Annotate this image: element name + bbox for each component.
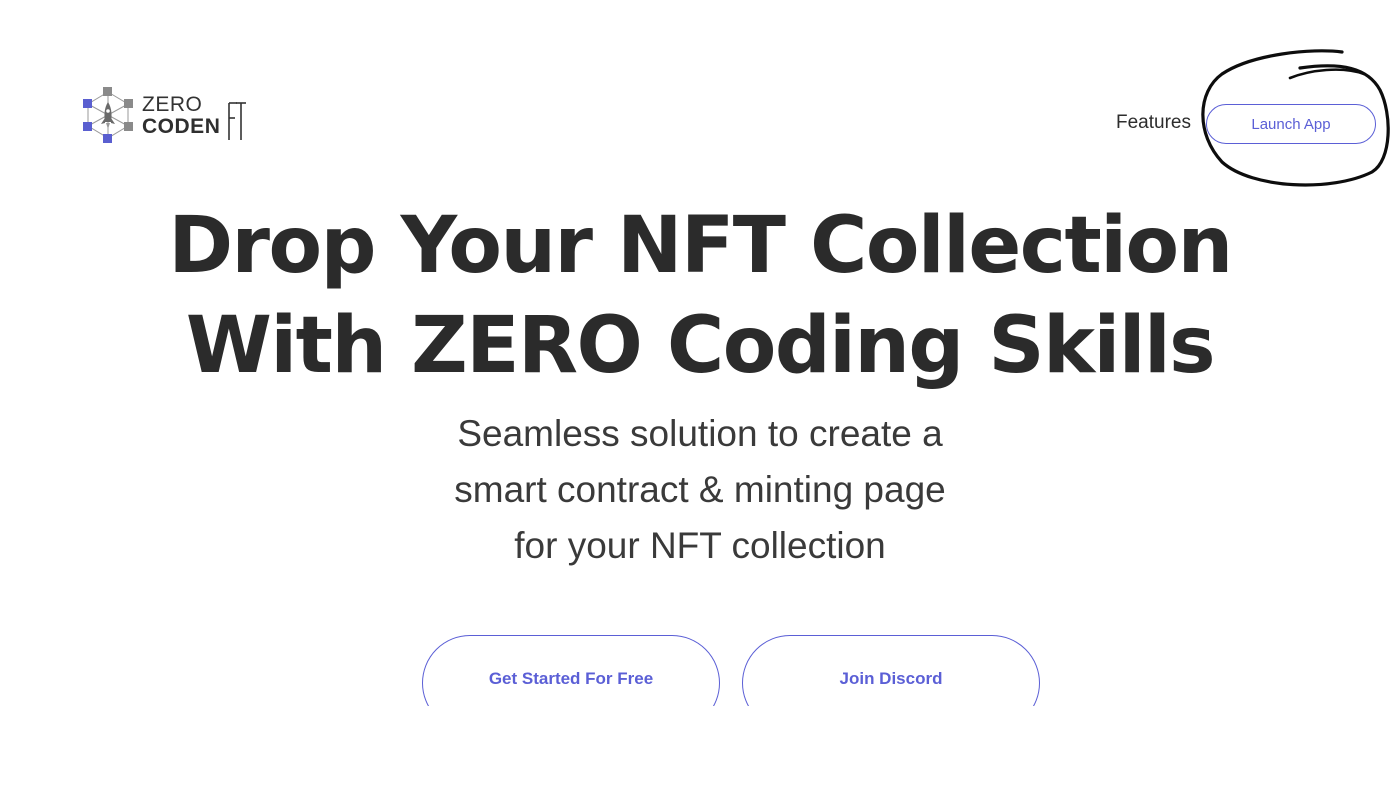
brand-logo[interactable]: ZERO CODEN (78, 86, 258, 152)
cta-group: Get Started For Free Join Discord (0, 630, 1400, 706)
blockchain-rocket-icon (83, 87, 133, 143)
nav-link-features[interactable]: Features (1116, 112, 1191, 134)
launch-app-button[interactable]: Launch App (1206, 104, 1376, 144)
hero-title: Drop Your NFT Collection With ZERO Codin… (0, 196, 1400, 396)
hero-subtitle-line-2: smart contract & minting page (454, 469, 946, 510)
get-started-button[interactable]: Get Started For Free (422, 635, 720, 706)
hero-title-line-1: Drop Your NFT Collection (168, 201, 1233, 291)
hero-subtitle: Seamless solution to create a smart cont… (0, 406, 1400, 574)
logo-line-code-text: CODE (142, 115, 205, 138)
hero-subtitle-line-1: Seamless solution to create a (457, 413, 943, 454)
logo-line-code-n: N (204, 115, 221, 138)
hero-title-line-2: With ZERO Coding Skills (185, 301, 1216, 391)
hero-subtitle-line-3: for your NFT collection (514, 525, 886, 566)
logo-line-code: CODEN (142, 116, 220, 138)
logo-wordmark: ZERO CODEN (142, 94, 220, 138)
landing-page: ZERO CODEN Features Launch App Drop Your… (0, 0, 1400, 788)
logo-line-zero: ZERO (142, 93, 203, 116)
join-discord-button[interactable]: Join Discord (742, 635, 1040, 706)
logo-ft-mark (228, 102, 246, 140)
